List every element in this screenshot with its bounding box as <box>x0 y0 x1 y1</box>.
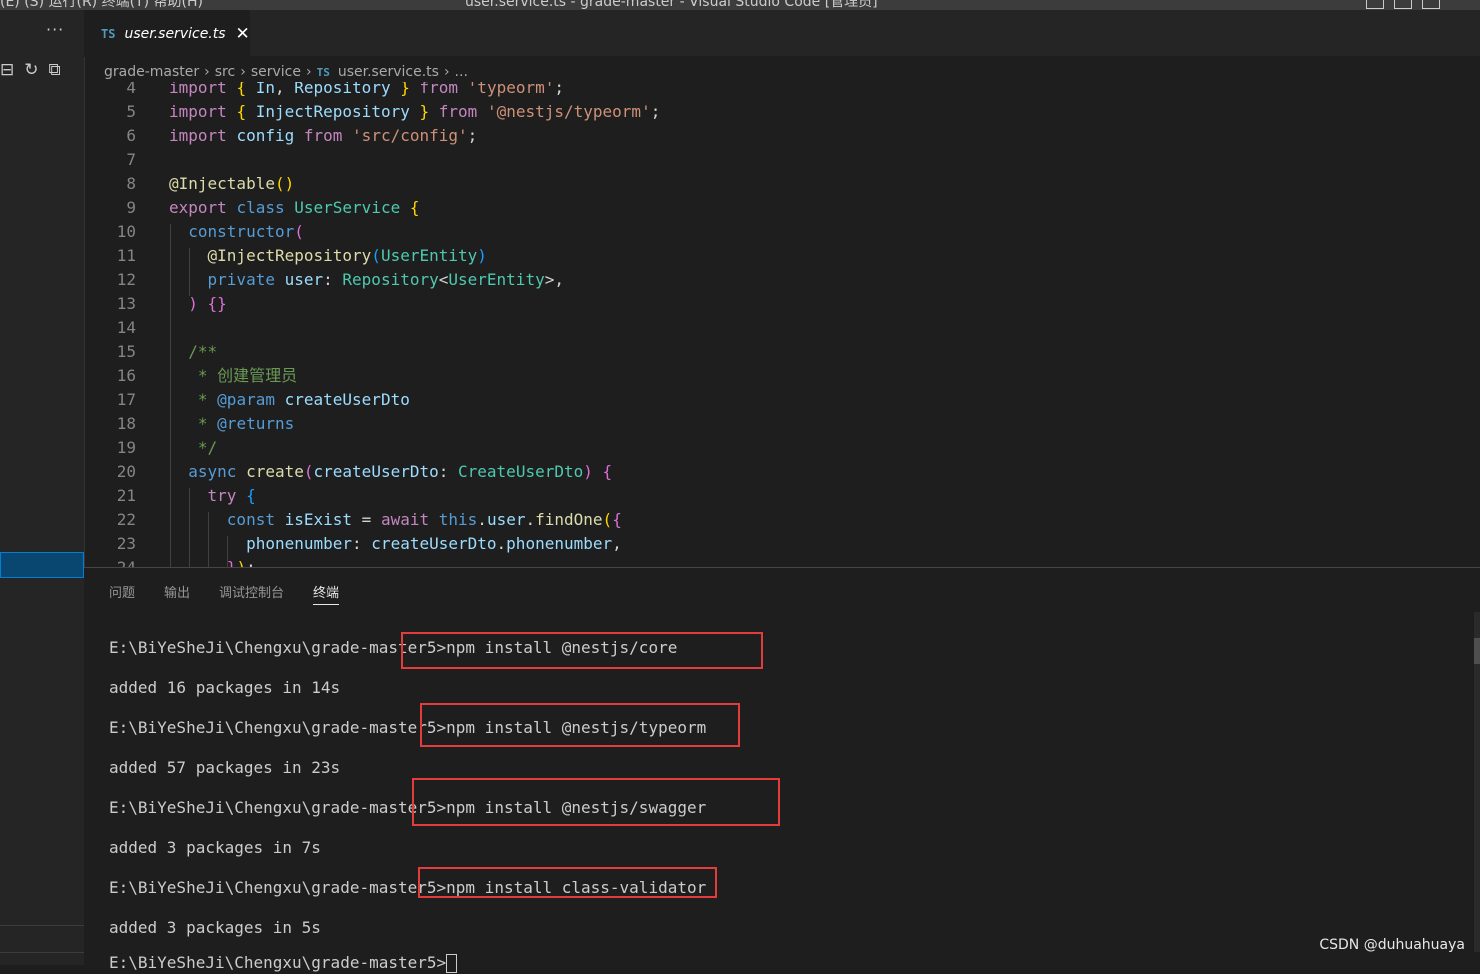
tab-output[interactable]: 输出 <box>164 582 190 605</box>
breadcrumb-item[interactable]: src <box>215 64 235 80</box>
code-line: 8 @Injectable() <box>84 172 294 196</box>
code-line: 11 @InjectRepository(UserEntity) <box>84 244 487 268</box>
code-line: 16 * 创建管理员 <box>84 364 297 388</box>
code-line: 18 * @returns <box>84 412 295 436</box>
layout-icon[interactable] <box>1422 0 1440 9</box>
code-text: import config from 'src/config'; <box>169 126 478 145</box>
terminal-prompt-line[interactable]: E:\BiYeSheJi\Chengxu\grade-master5> <box>109 952 458 974</box>
terminal-line: added 16 packages in 14s <box>109 678 341 697</box>
typescript-icon: TS <box>101 27 116 41</box>
title-bar: (E) (S) 运行(R) 终端(T) 帮助(H) user.service.t… <box>0 0 1480 10</box>
tab-debug-console[interactable]: 调试控制台 <box>219 582 284 605</box>
tab-problems[interactable]: 问题 <box>109 582 135 605</box>
code-line: 13 ) {} <box>84 292 227 316</box>
menu-bar[interactable]: (E) (S) 运行(R) 终端(T) 帮助(H) <box>0 0 203 10</box>
window-title: user.service.ts - grade-master - Visual … <box>465 0 878 10</box>
breadcrumb-item[interactable]: grade-master <box>104 64 199 80</box>
breadcrumb-item[interactable]: ... <box>455 64 468 80</box>
watermark: CSDN @duhuahuaya <box>1319 937 1465 953</box>
tab-terminal[interactable]: 终端 <box>313 582 340 605</box>
code-line: 19 */ <box>84 436 217 460</box>
sidebar-divider <box>0 925 84 926</box>
code-text: * 创建管理员 <box>169 366 298 385</box>
code-line: 12 private user: Repository<UserEntity>, <box>84 268 564 292</box>
code-line: 6 import config from 'src/config'; <box>84 124 477 148</box>
code-text: * @returns <box>169 414 295 433</box>
editor-tab-bar: TS user.service.ts ✕ <box>84 10 1480 57</box>
code-text: import { InjectRepository } from '@nestj… <box>169 102 661 121</box>
more-actions-icon[interactable]: ··· <box>46 20 64 39</box>
highlight-box <box>418 867 717 898</box>
code-line: 17 * @param createUserDto <box>84 388 410 412</box>
typescript-icon: TS <box>316 65 330 79</box>
new-folder-icon[interactable]: ⊟ <box>0 60 14 80</box>
code-line: 4 import { In, Repository } from 'typeorm… <box>84 82 564 100</box>
chevron-right-icon: › <box>305 64 312 80</box>
breadcrumb-item[interactable]: service <box>251 64 301 80</box>
code-text: */ <box>169 438 218 457</box>
breadcrumb-item[interactable]: user.service.ts <box>338 64 439 80</box>
selected-file-item[interactable] <box>0 552 84 578</box>
code-line: 21 try { <box>84 484 256 508</box>
collapse-all-icon[interactable]: ⧉ <box>49 60 61 80</box>
explorer-sidebar: ··· ⊟ ↻ ⧉ <box>0 10 85 965</box>
layout-icon[interactable] <box>1394 0 1412 9</box>
tab-label: user.service.ts <box>124 26 226 42</box>
highlight-box <box>420 703 740 747</box>
code-text: constructor( <box>188 222 304 241</box>
code-line: 9 export class UserService { <box>84 196 419 220</box>
panel-tabs: 问题 输出 调试控制台 终端 <box>109 582 340 605</box>
code-editor[interactable]: 4 import { In, Repository } from 'typeorm… <box>84 82 1480 567</box>
code-text: export class UserService { <box>169 198 420 217</box>
terminal-scrollbar-thumb[interactable] <box>1474 638 1480 664</box>
close-icon[interactable]: ✕ <box>236 24 250 44</box>
code-line: 23 phonenumber: createUserDto.phonenumbe… <box>84 532 622 556</box>
code-text: }); <box>169 556 256 567</box>
code-line: 22 const isExist = await this.user.findO… <box>84 508 622 532</box>
code-text: * @param createUserDto <box>169 390 410 409</box>
code-text: const isExist = await this.user.findOne(… <box>226 510 622 529</box>
terminal-line: added 57 packages in 23s <box>109 758 341 777</box>
terminal-line: added 3 packages in 7s <box>109 838 321 857</box>
code-line: 20 async create(createUserDto: CreateUse… <box>84 460 612 484</box>
code-line: 7 <box>126 150 136 169</box>
code-text: phonenumber: createUserDto.phonenumber, <box>246 534 622 553</box>
breadcrumb: grade-master › src › service › TS user.s… <box>104 62 468 82</box>
bottom-panel: 问题 输出 调试控制台 终端 E:\BiYeSheJi\Chengxu\grad… <box>84 567 1480 973</box>
highlight-box <box>401 632 763 669</box>
code-line: 10 constructor( <box>84 220 304 244</box>
code-text: import { In, Repository } from 'typeorm'… <box>169 82 565 97</box>
code-text: try { <box>207 486 256 505</box>
code-text: @Injectable() <box>169 174 295 193</box>
code-text: async create(createUserDto: CreateUserDt… <box>188 462 613 481</box>
code-text: @InjectRepository(UserEntity) <box>207 246 487 265</box>
chevron-right-icon: › <box>204 64 210 80</box>
code-line: 14 <box>116 318 136 337</box>
highlight-box <box>412 778 780 826</box>
code-text: /** <box>169 342 218 361</box>
sidebar-toolbar: ⊟ ↻ ⧉ <box>0 60 61 80</box>
layout-controls[interactable] <box>1366 0 1440 9</box>
code-line: 15 /** <box>84 340 217 364</box>
chevron-right-icon: › <box>240 64 246 80</box>
layout-icon[interactable] <box>1366 0 1384 9</box>
terminal-cursor <box>446 954 458 973</box>
code-line: 24 }); <box>84 556 256 567</box>
terminal-line: added 3 packages in 5s <box>109 918 321 937</box>
chevron-right-icon: › <box>443 64 450 80</box>
code-line: 5 import { InjectRepository } from '@nest… <box>84 100 660 124</box>
terminal-prompt: E:\BiYeSheJi\Chengxu\grade-master5> <box>109 953 447 972</box>
code-text: private user: Repository<UserEntity>, <box>207 270 564 289</box>
refresh-icon[interactable]: ↻ <box>24 60 38 80</box>
sidebar-divider <box>0 952 84 953</box>
code-text: ) {} <box>188 294 227 313</box>
tab-user-service[interactable]: TS user.service.ts ✕ <box>84 10 250 57</box>
